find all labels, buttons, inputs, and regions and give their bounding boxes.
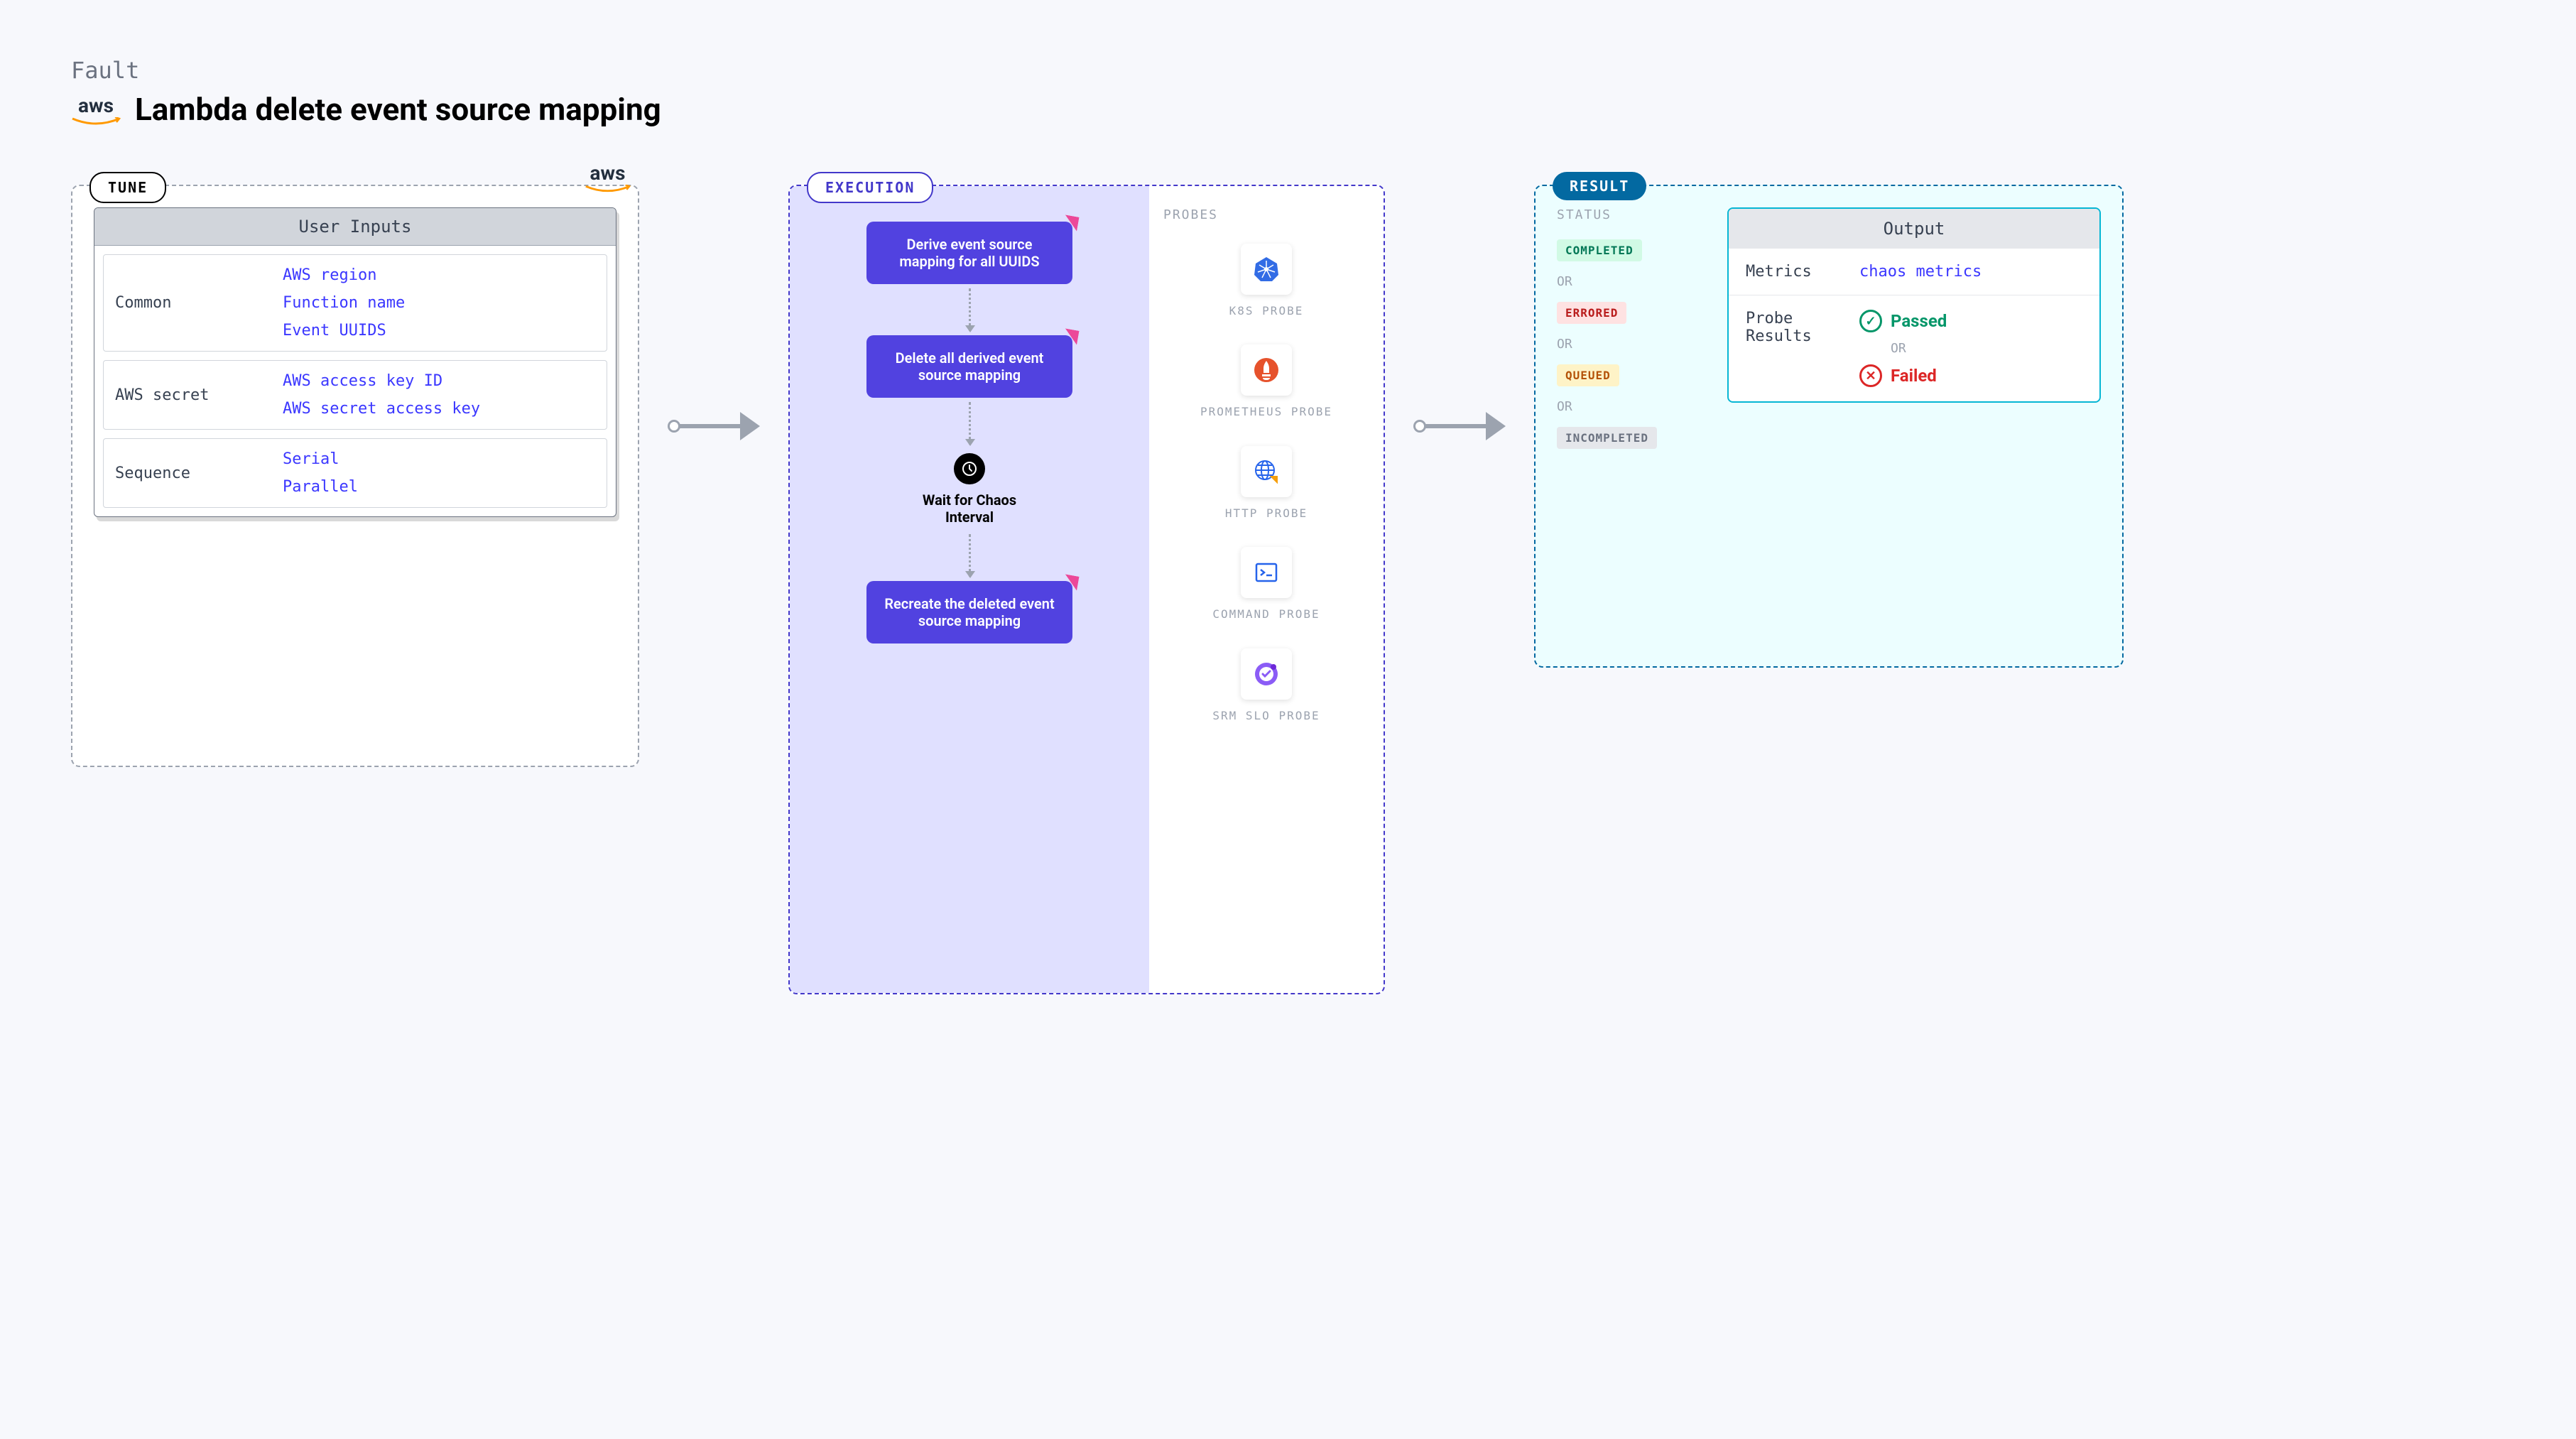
http-globe-icon xyxy=(1241,446,1292,497)
checkmark-icon: ✓ xyxy=(1859,310,1882,332)
step-marker-icon xyxy=(1063,215,1079,231)
input-item: AWS secret access key xyxy=(283,400,598,418)
input-item: Function name xyxy=(283,294,598,312)
flow-connector xyxy=(969,402,971,445)
result-panel-label: RESULT xyxy=(1553,172,1646,200)
output-row-metrics: Metrics chaos metrics xyxy=(1729,249,2099,295)
execution-panel: EXECUTION Derive event source mapping fo… xyxy=(788,185,1385,994)
input-group-label: Sequence xyxy=(104,439,274,507)
page-header: Fault aws Lambda delete event source map… xyxy=(71,57,2505,128)
output-card: Output Metrics chaos metrics Probe Resul… xyxy=(1727,207,2101,403)
input-item: AWS region xyxy=(283,266,598,284)
user-inputs-card: User Inputs Common AWS region Function n… xyxy=(94,207,616,517)
aws-logo-icon: aws xyxy=(71,94,121,126)
input-group-common: Common AWS region Function name Event UU… xyxy=(103,254,607,352)
status-badge-errored: ERRORED xyxy=(1557,302,1626,324)
wait-step: Wait for Chaos Interval xyxy=(909,453,1030,526)
result-panel: RESULT STATUS COMPLETED OR ERRORED OR QU… xyxy=(1534,185,2124,668)
flow-arrow xyxy=(668,185,760,440)
output-row-probe-results: Probe Results ✓ Passed OR ✕ Failed xyxy=(1729,295,2099,401)
output-header: Output xyxy=(1729,209,2099,249)
page-title: Lambda delete event source mapping xyxy=(135,91,661,128)
probe-item-prometheus: PROMETHEUS PROBE xyxy=(1163,344,1369,420)
status-column: STATUS COMPLETED OR ERRORED OR QUEUED OR… xyxy=(1557,207,1699,645)
input-group-sequence: Sequence Serial Parallel xyxy=(103,438,607,508)
aws-logo-icon: aws xyxy=(585,161,631,193)
status-badge-completed: COMPLETED xyxy=(1557,239,1642,261)
probe-item-http: HTTP PROBE xyxy=(1163,446,1369,521)
input-group-label: Common xyxy=(104,255,274,351)
input-item: Event UUIDS xyxy=(283,322,598,340)
tune-panel: TUNE aws User Inputs Common AWS region F… xyxy=(71,185,639,767)
status-badge-incompleted: INCOMPLETED xyxy=(1557,427,1657,449)
prometheus-icon xyxy=(1241,344,1292,396)
execution-step: Delete all derived event source mapping xyxy=(866,335,1072,398)
command-terminal-icon xyxy=(1241,547,1292,598)
execution-step: Recreate the deleted event source mappin… xyxy=(866,581,1072,644)
flow-connector xyxy=(969,534,971,577)
probe-result-failed: ✕ Failed xyxy=(1859,364,2082,387)
input-group-label: AWS secret xyxy=(104,361,274,429)
probe-item-command: COMMAND PROBE xyxy=(1163,547,1369,622)
clock-icon xyxy=(954,453,985,484)
metrics-value: chaos metrics xyxy=(1859,263,2082,281)
input-group-aws-secret: AWS secret AWS access key ID AWS secret … xyxy=(103,360,607,430)
input-item: AWS access key ID xyxy=(283,372,598,390)
input-item: Serial xyxy=(283,450,598,468)
step-marker-icon xyxy=(1063,574,1079,590)
step-marker-icon xyxy=(1063,328,1079,344)
diagram-container: TUNE aws User Inputs Common AWS region F… xyxy=(71,185,2505,994)
srm-slo-icon xyxy=(1241,648,1292,700)
execution-panel-label: EXECUTION xyxy=(807,172,933,203)
flow-connector xyxy=(969,288,971,331)
probes-list: PROBES K8S PROBE PROMETHEUS PROBE xyxy=(1149,186,1384,993)
user-inputs-header: User Inputs xyxy=(94,208,616,246)
or-separator: OR xyxy=(1557,399,1699,414)
probe-result-passed: ✓ Passed xyxy=(1859,310,2082,332)
kubernetes-icon xyxy=(1241,244,1292,295)
cross-icon: ✕ xyxy=(1859,364,1882,387)
probe-item-k8s: K8S PROBE xyxy=(1163,244,1369,319)
flow-arrow xyxy=(1413,185,1506,440)
or-separator: OR xyxy=(1891,341,2082,356)
probes-title: PROBES xyxy=(1163,207,1369,222)
execution-step: Derive event source mapping for all UUID… xyxy=(866,222,1072,284)
input-item: Parallel xyxy=(283,478,598,496)
fault-label: Fault xyxy=(71,57,2505,84)
probe-item-srm: SRM SLO PROBE xyxy=(1163,648,1369,724)
or-separator: OR xyxy=(1557,337,1699,352)
execution-flow: Derive event source mapping for all UUID… xyxy=(790,186,1149,993)
or-separator: OR xyxy=(1557,274,1699,289)
tune-panel-label: TUNE xyxy=(89,172,166,203)
status-title: STATUS xyxy=(1557,207,1699,222)
status-badge-queued: QUEUED xyxy=(1557,364,1619,386)
